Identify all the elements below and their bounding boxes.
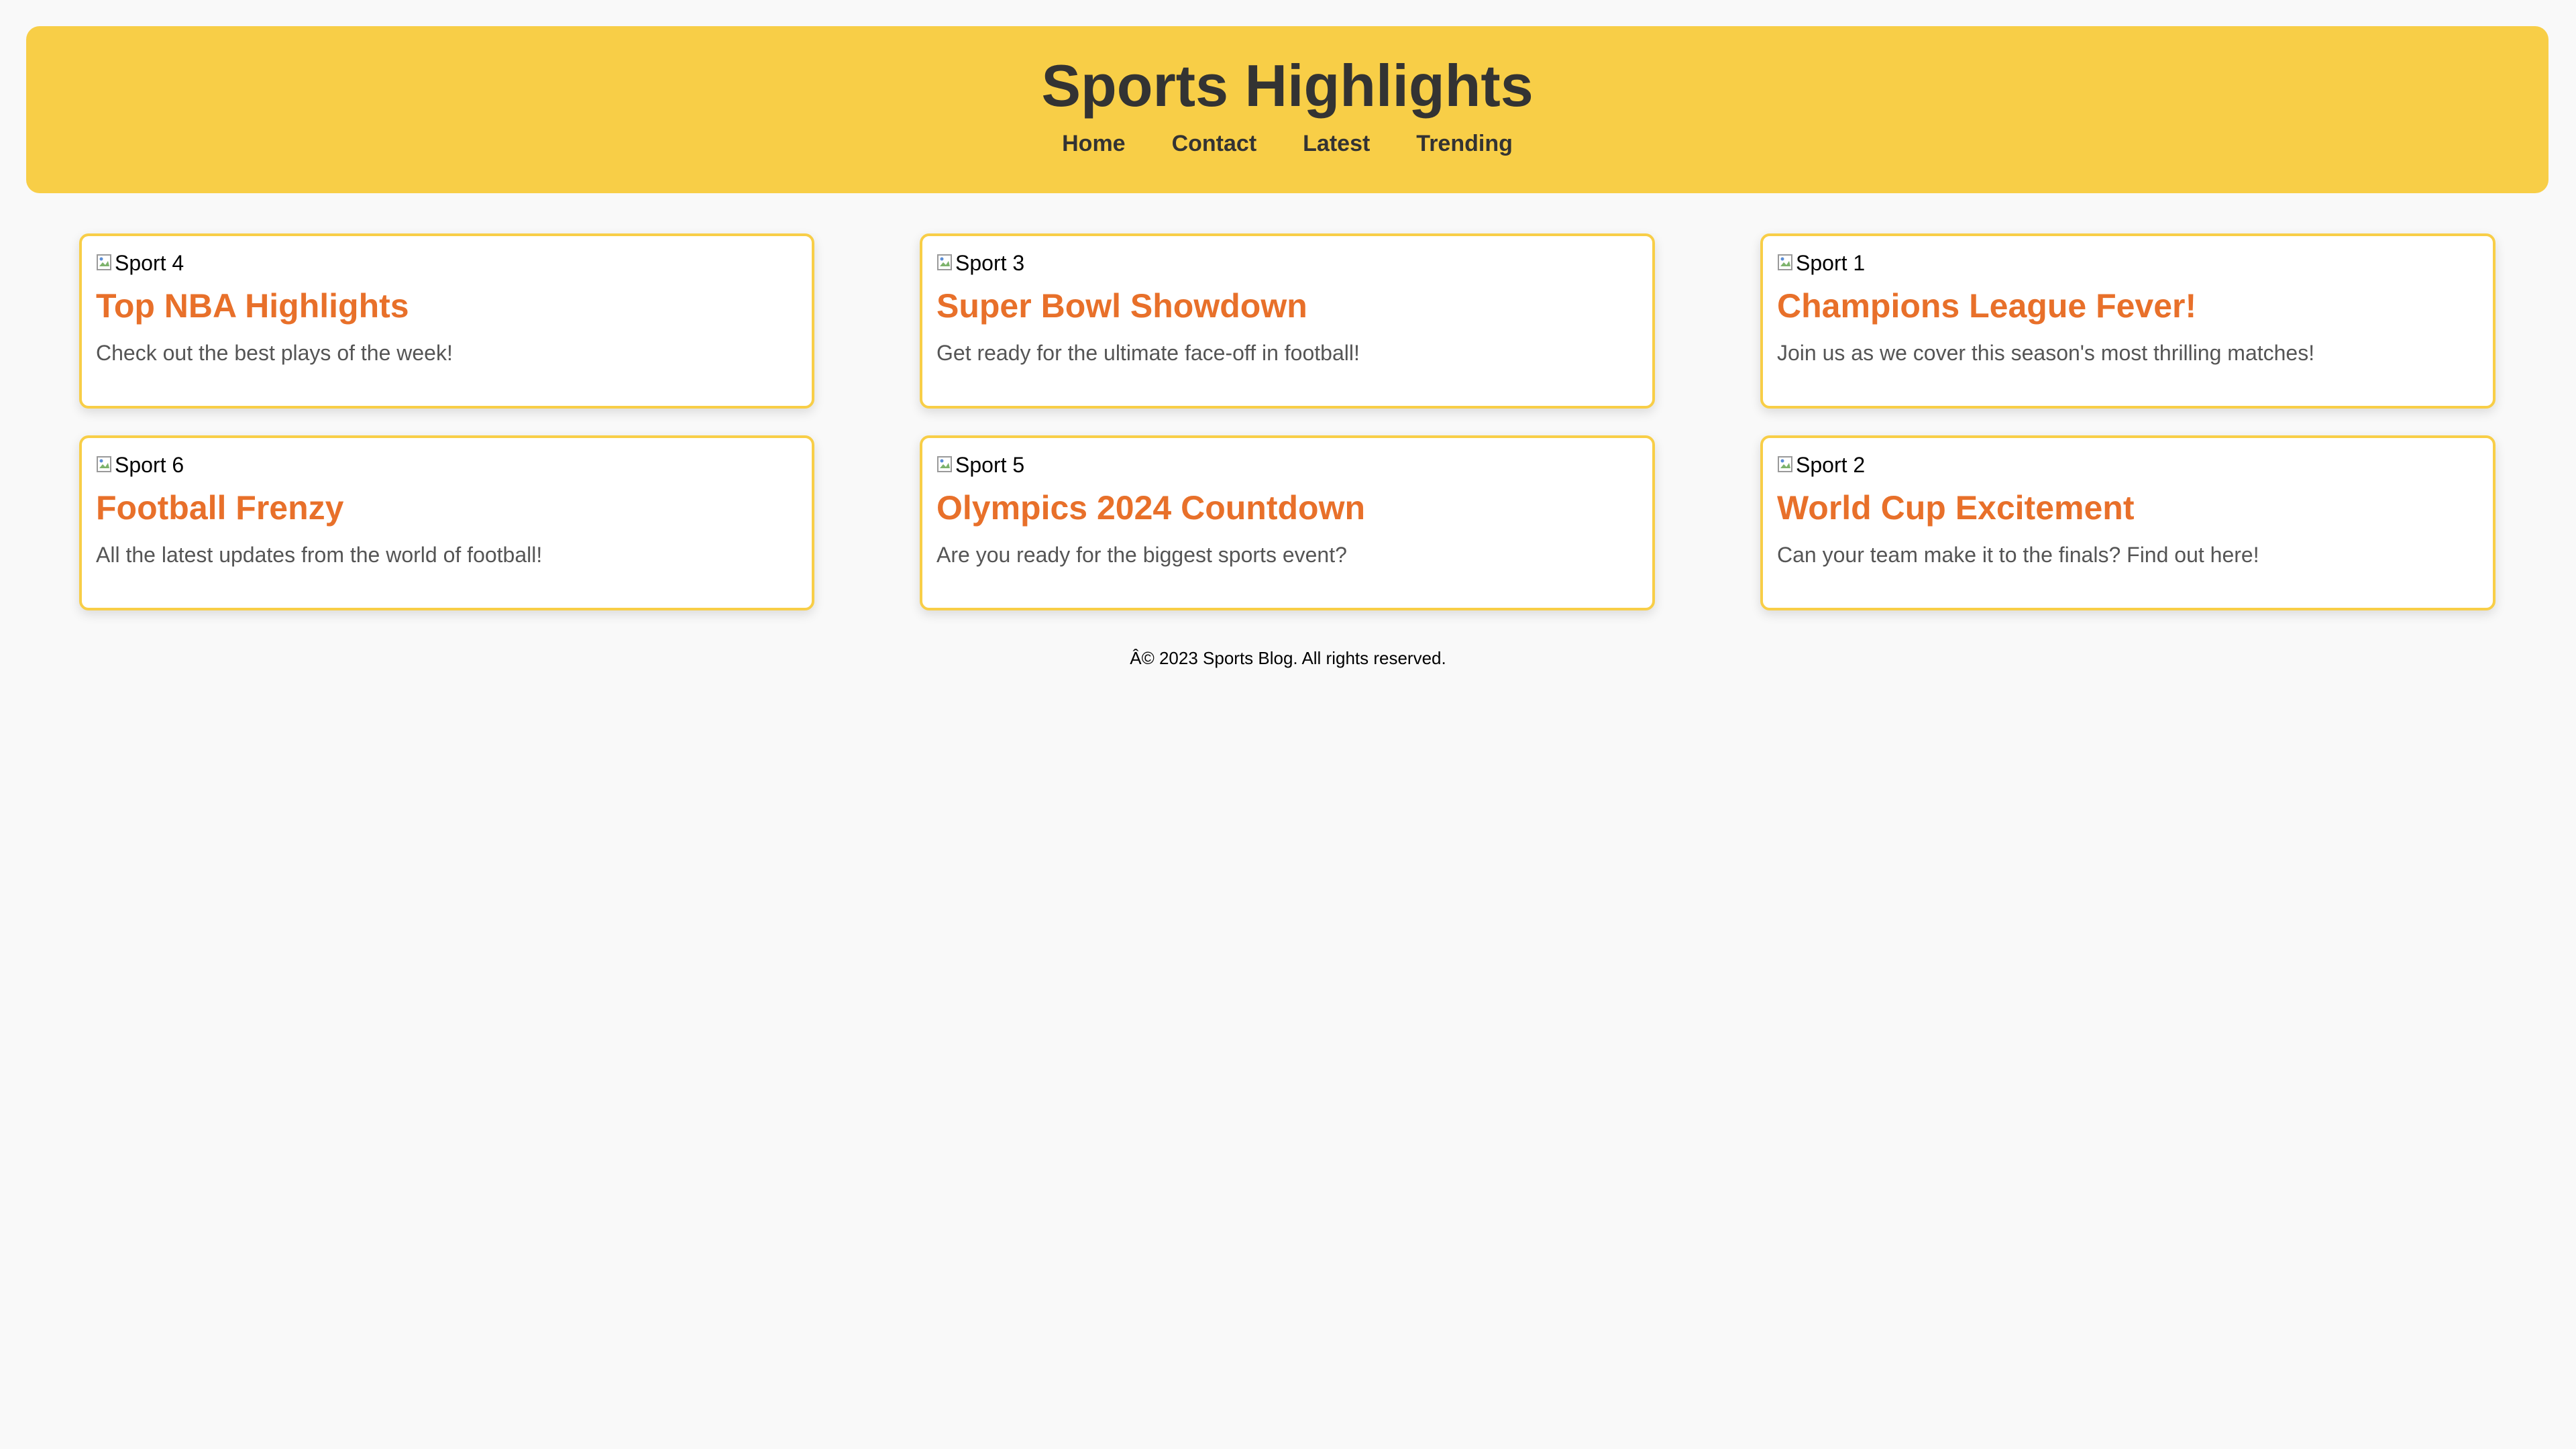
card-image-alt: Sport 2 xyxy=(1796,452,1866,477)
broken-image-icon xyxy=(1778,254,1792,270)
card-text: All the latest updates from the world of… xyxy=(96,543,543,567)
card-title: Top NBA Highlights xyxy=(96,287,409,325)
main-nav: Home Contact Latest Trending xyxy=(26,131,2548,157)
card-image: Sport 2 xyxy=(1777,451,2479,478)
broken-image-icon xyxy=(1778,456,1792,472)
nav-link-latest[interactable]: Latest xyxy=(1303,131,1370,157)
site-title: Sports Highlights xyxy=(1041,52,1534,119)
card-text: Check out the best plays of the week! xyxy=(96,341,453,365)
highlight-card[interactable]: Sport 3 Super Bowl Showdown Get ready fo… xyxy=(920,233,1655,409)
broken-image-icon xyxy=(97,456,111,472)
nav-link-trending[interactable]: Trending xyxy=(1416,131,1513,157)
card-title: Champions League Fever! xyxy=(1777,287,2197,325)
highlight-card[interactable]: Sport 5 Olympics 2024 Countdown Are you … xyxy=(920,435,1655,610)
page: Sports Highlights Home Contact Latest Tr… xyxy=(0,0,2576,1449)
card-text: Can your team make it to the finals? Fin… xyxy=(1777,543,2259,567)
card-image: Sport 4 xyxy=(96,250,798,276)
card-image: Sport 3 xyxy=(936,250,1639,276)
card-image-alt: Sport 4 xyxy=(115,250,184,275)
copyright-text: Â© 2023 Sports Blog. All rights reserved… xyxy=(1130,648,1446,668)
broken-image-icon xyxy=(937,254,952,270)
card-text: Join us as we cover this season's most t… xyxy=(1777,341,2315,365)
broken-image-icon xyxy=(97,254,111,270)
card-image: Sport 5 xyxy=(936,451,1639,478)
nav-link-home[interactable]: Home xyxy=(1062,131,1125,157)
site-header: Sports Highlights Home Contact Latest Tr… xyxy=(26,26,2548,193)
card-image-alt: Sport 1 xyxy=(1796,250,1866,275)
card-title: Super Bowl Showdown xyxy=(936,287,1307,325)
highlights-grid: Sport 4 Top NBA Highlights Check out the… xyxy=(79,233,2497,610)
card-text: Are you ready for the biggest sports eve… xyxy=(936,543,1347,567)
card-image-alt: Sport 3 xyxy=(955,250,1025,275)
card-image-alt: Sport 5 xyxy=(955,452,1025,477)
site-footer: Â© 2023 Sports Blog. All rights reserved… xyxy=(0,648,2576,669)
card-title: Olympics 2024 Countdown xyxy=(936,489,1366,527)
highlight-card[interactable]: Sport 1 Champions League Fever! Join us … xyxy=(1760,233,2496,409)
card-title: Football Frenzy xyxy=(96,489,344,527)
highlight-card[interactable]: Sport 6 Football Frenzy All the latest u… xyxy=(79,435,814,610)
card-image-alt: Sport 6 xyxy=(115,452,184,477)
nav-link-contact[interactable]: Contact xyxy=(1172,131,1257,157)
card-title: World Cup Excitement xyxy=(1777,489,2135,527)
card-image: Sport 6 xyxy=(96,451,798,478)
broken-image-icon xyxy=(937,456,952,472)
card-image: Sport 1 xyxy=(1777,250,2479,276)
highlight-card[interactable]: Sport 4 Top NBA Highlights Check out the… xyxy=(79,233,814,409)
highlight-card[interactable]: Sport 2 World Cup Excitement Can your te… xyxy=(1760,435,2496,610)
card-text: Get ready for the ultimate face-off in f… xyxy=(936,341,1360,365)
